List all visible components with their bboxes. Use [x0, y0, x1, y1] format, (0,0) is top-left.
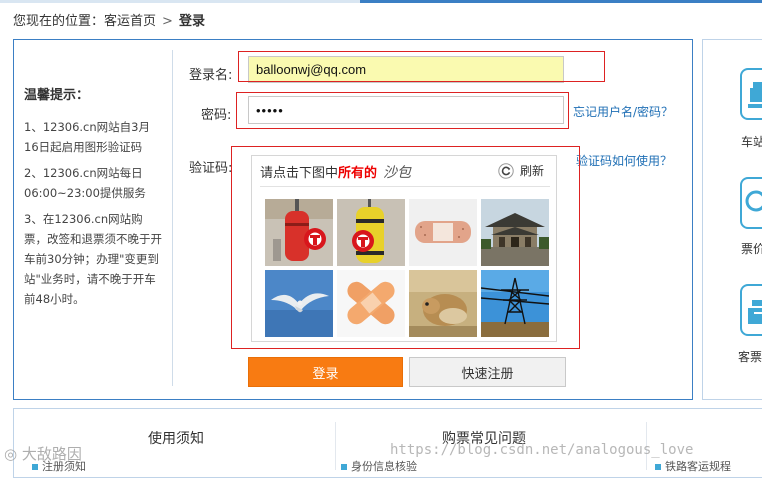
side-item-label: 客票	[738, 350, 762, 364]
breadcrumb: 您现在的位置：客运首页 > 登录	[13, 10, 205, 29]
login-button[interactable]: 登录	[248, 357, 403, 387]
bottom-list-item-label: 身份信息核验	[351, 460, 417, 473]
watermark-icon: ◎	[4, 445, 22, 463]
usage-notice-title: 使用须知	[148, 431, 204, 447]
bullet-icon	[341, 464, 347, 470]
tip-item: 1、12306.cn网站自3月16日起启用图形验证码	[24, 120, 150, 154]
bottom-list-item[interactable]: 身份信息核验	[341, 458, 417, 474]
train-icon[interactable]	[740, 68, 762, 120]
vertical-divider	[172, 50, 173, 386]
watermark-left-text: 大敌路因	[21, 445, 82, 463]
breadcrumb-home-link[interactable]: 客运首页	[104, 14, 156, 29]
side-item-label: 车站	[741, 135, 762, 149]
tip-item: 2、12306.cn网站每日06:00~23:00提供服务	[24, 166, 146, 200]
bottom-list-item[interactable]: 铁路客运规程	[655, 458, 731, 474]
register-button[interactable]: 快速注册	[409, 357, 566, 387]
password-label: 密码:	[201, 108, 232, 123]
tip-item: 3、在12306.cn网站购票，改签和退票须不晚于开车前30分钟；办理"变更到站…	[24, 212, 162, 306]
breadcrumb-current: 登录	[178, 14, 205, 29]
tips-panel: 温馨提示： 1、12306.cn网站自3月16日起启用图形验证码 2、12306…	[24, 84, 164, 315]
tips-title: 温馨提示：	[24, 88, 90, 103]
breadcrumb-separator: >	[162, 14, 173, 29]
highlight-box-username	[238, 51, 605, 82]
side-item-label: 票价	[741, 242, 762, 256]
bottom-list-item-label: 铁路客运规程	[665, 460, 731, 473]
box-icon[interactable]	[740, 284, 762, 336]
search-icon[interactable]	[740, 177, 762, 229]
captcha-label: 验证码:	[189, 161, 233, 176]
captcha-help-link[interactable]: 验证码如何使用？	[576, 152, 672, 169]
watermark-left: ◎ 大敌路因	[4, 443, 82, 464]
breadcrumb-prefix: 您现在的位置：	[13, 14, 105, 29]
highlight-box-password	[236, 92, 569, 129]
bullet-icon	[655, 464, 661, 470]
bullet-icon	[32, 464, 38, 470]
watermark-right: https://blog.csdn.net/analogous_love	[390, 442, 694, 458]
column-divider	[335, 422, 336, 470]
highlight-box-captcha	[231, 146, 580, 349]
username-label: 登录名:	[189, 68, 233, 83]
top-border-accent	[360, 0, 762, 3]
forgot-password-link[interactable]: 忘记用户名/密码？	[573, 103, 673, 120]
top-border	[0, 0, 762, 3]
